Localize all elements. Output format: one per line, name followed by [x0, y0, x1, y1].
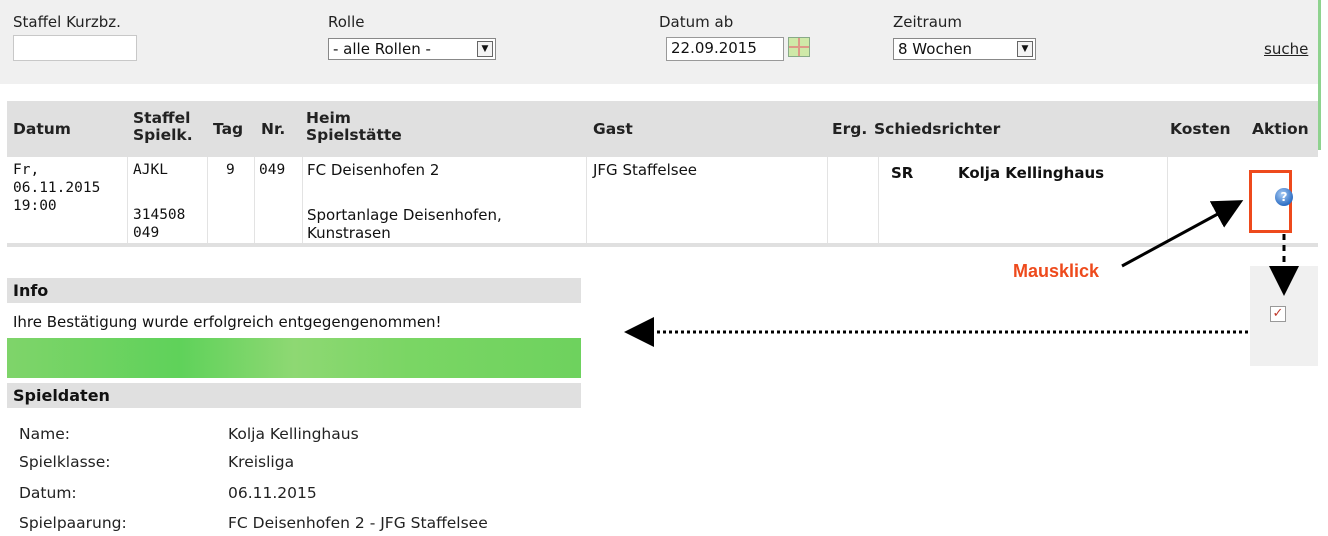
field-label-name: Name: — [19, 425, 70, 443]
field-label-spielpaarung: Spielpaarung: — [19, 514, 127, 532]
arrow-to-action — [1121, 200, 1244, 268]
field-value-spielpaarung: FC Deisenhofen 2 - JFG Staffelsee — [228, 514, 488, 532]
annotation-arrows — [624, 200, 1299, 347]
info-message: Ihre Bestätigung wurde erfolgreich entge… — [13, 313, 442, 331]
field-label-datum: Datum: — [19, 484, 77, 502]
spieldaten-header: Spieldaten — [7, 383, 581, 408]
field-value-name: Kolja Kellinghaus — [228, 425, 359, 443]
success-bar — [7, 338, 581, 378]
field-value-spielklasse: Kreisliga — [228, 453, 295, 471]
field-value-datum: 06.11.2015 — [228, 484, 317, 502]
info-header: Info — [7, 278, 581, 303]
field-label-spielklasse: Spielklasse: — [19, 453, 111, 471]
